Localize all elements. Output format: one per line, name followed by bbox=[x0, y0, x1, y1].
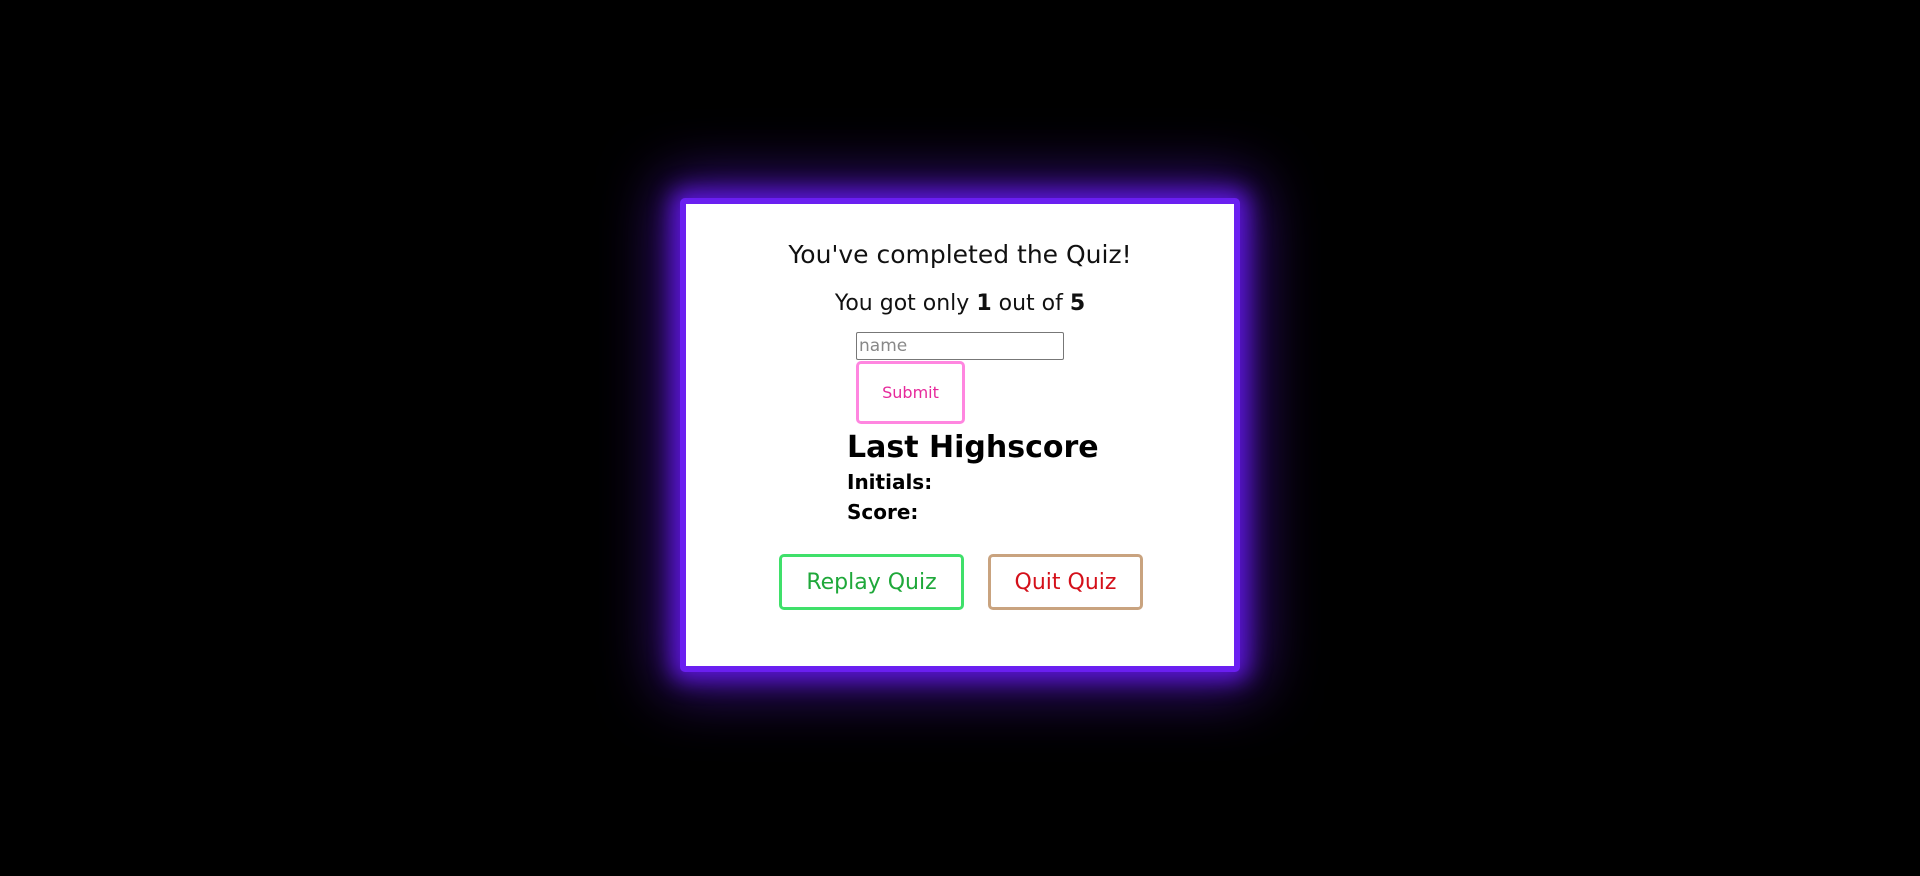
last-highscore-section: Last Highscore Initials: Score: bbox=[847, 429, 1099, 527]
score-summary: You got only 1 out of 5 bbox=[686, 291, 1234, 316]
score-middle: out of bbox=[998, 291, 1063, 316]
completion-title: You've completed the Quiz! bbox=[788, 240, 1132, 269]
name-input[interactable] bbox=[856, 332, 1064, 360]
highscore-score-row: Score: bbox=[847, 497, 1099, 527]
highscore-title: Last Highscore bbox=[847, 430, 1099, 465]
score-total: 5 bbox=[1069, 291, 1086, 316]
score-prefix: You got only bbox=[834, 291, 970, 316]
quiz-result-card: You've completed the Quiz! You got only … bbox=[680, 198, 1240, 672]
replay-quiz-button[interactable]: Replay Quiz bbox=[779, 554, 964, 610]
highscore-initials-row: Initials: bbox=[847, 467, 1099, 497]
score-value: 1 bbox=[976, 291, 992, 316]
initials-label: Initials: bbox=[847, 470, 933, 494]
submit-button[interactable]: Submit bbox=[856, 361, 965, 424]
highscore-score-label: Score: bbox=[847, 500, 919, 524]
quit-quiz-button[interactable]: Quit Quiz bbox=[988, 554, 1143, 610]
